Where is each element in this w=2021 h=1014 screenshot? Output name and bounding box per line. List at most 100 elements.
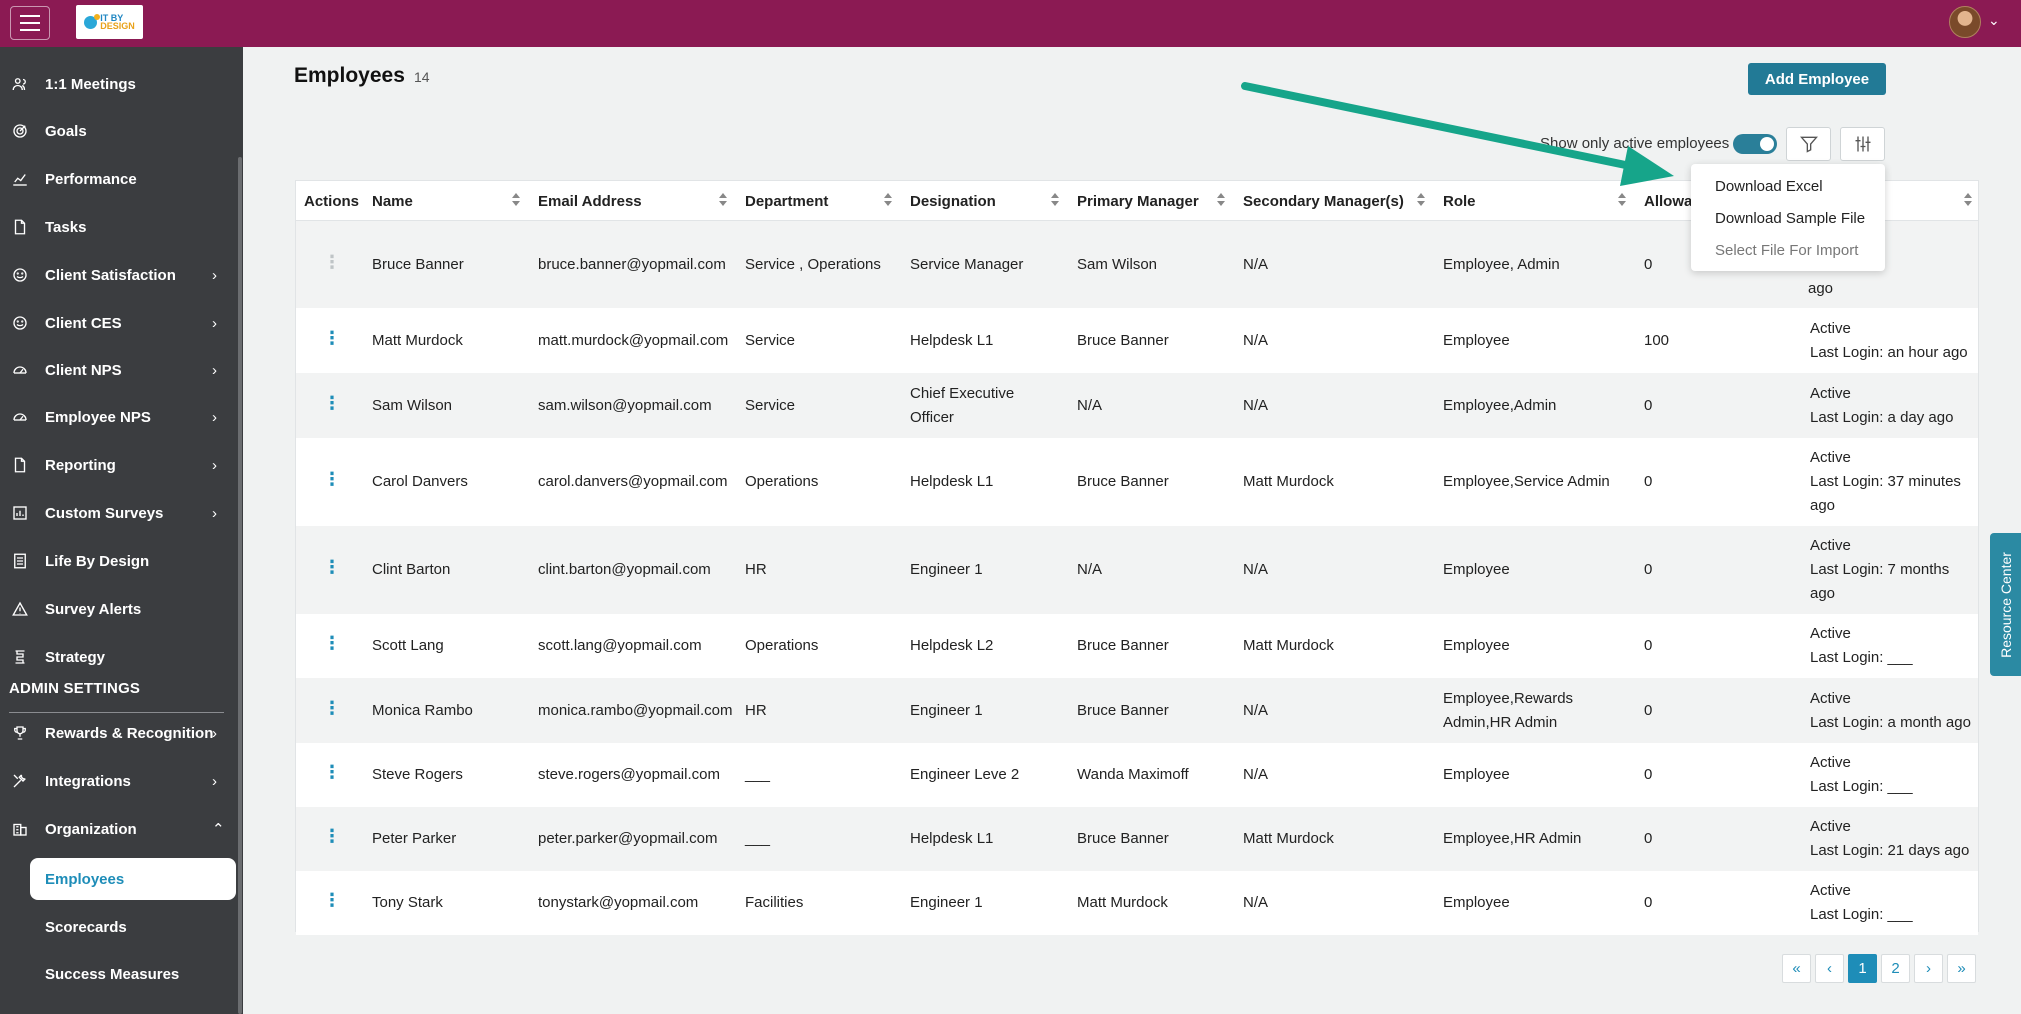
row-actions-icon[interactable]: ⋮: [323, 394, 341, 412]
sidebar-item-client-ces[interactable]: Client CES ›: [0, 303, 236, 343]
sidebar-item-reporting[interactable]: Reporting ›: [0, 445, 236, 485]
column-header-designation[interactable]: Designation: [910, 181, 996, 221]
download-sample-file-item[interactable]: Download Sample File: [1715, 210, 1865, 227]
sidebar-item-goals[interactable]: Goals: [0, 111, 236, 151]
sidebar-item-integrations[interactable]: Integrations ›: [0, 761, 236, 801]
sort-icon[interactable]: [1618, 193, 1626, 207]
sidebar-item-survey-alerts[interactable]: Survey Alerts: [0, 589, 236, 629]
sidebar-item-organization[interactable]: Organization ⌃: [0, 809, 236, 849]
user-avatar[interactable]: [1949, 6, 1981, 38]
sidebar-item-tasks[interactable]: Tasks: [0, 207, 236, 247]
table-row[interactable]: ⋮ Peter Parker peter.parker@yopmail.com ___…: [296, 807, 1978, 871]
sidebar-item-label: Custom Surveys: [45, 504, 164, 522]
row-actions-icon[interactable]: ⋮: [323, 634, 341, 652]
select-file-import-item[interactable]: Select File For Import: [1715, 242, 1858, 259]
sort-icon[interactable]: [884, 193, 892, 207]
chevron-right-icon: ›: [212, 361, 217, 379]
active-employees-label: Show only active employees: [1540, 135, 1730, 152]
status-line: Last Login: an hour ago: [1810, 344, 1968, 361]
column-header-secondary-manager-s[interactable]: Secondary Manager(s): [1243, 181, 1404, 221]
sidebar-item-custom-surveys[interactable]: Custom Surveys ›: [0, 493, 236, 533]
sidebar-item-label: Performance: [45, 170, 137, 188]
cell-secondary-manager: N/A: [1243, 332, 1269, 349]
sidebar-subitem-employees[interactable]: Employees: [30, 858, 236, 900]
sidebar-item-client-satisfaction[interactable]: Client Satisfaction ›: [0, 255, 236, 295]
column-header-primary-manager[interactable]: Primary Manager: [1077, 181, 1199, 221]
hamburger-menu-icon[interactable]: [10, 6, 50, 40]
sort-icon[interactable]: [1217, 193, 1225, 207]
cell-role: Employee,HR Admin: [1443, 830, 1582, 847]
filter-button[interactable]: [1786, 127, 1831, 161]
row-actions-icon[interactable]: ⋮: [323, 827, 341, 845]
column-settings-button[interactable]: [1840, 127, 1885, 161]
sort-icon[interactable]: [1051, 193, 1059, 207]
first-page-button[interactable]: «: [1782, 954, 1811, 983]
row-actions-icon[interactable]: ⋮: [323, 470, 341, 488]
table-row[interactable]: ⋮ Tony Stark tonystark@yopmail.com Faciliti…: [296, 871, 1978, 935]
page-2-button[interactable]: 2: [1881, 954, 1910, 983]
active-employees-toggle[interactable]: [1733, 134, 1777, 154]
status-line: Active: [1810, 320, 1851, 337]
sidebar-item-label: Strategy: [45, 648, 106, 666]
table-row[interactable]: ⋮ Sam Wilson sam.wilson@yopmail.com Service…: [296, 373, 1978, 438]
cell-name: Sam Wilson: [372, 397, 453, 414]
last-page-button[interactable]: »: [1947, 954, 1976, 983]
status-line: ago: [1808, 280, 1834, 297]
cell-primary-manager: Bruce Banner: [1077, 702, 1169, 719]
sort-icon[interactable]: [512, 193, 520, 207]
prev-page-button[interactable]: ‹: [1815, 954, 1844, 983]
cell-primary-manager: Bruce Banner: [1077, 830, 1169, 847]
table-row[interactable]: ⋮ Monica Rambo monica.rambo@yopmail.com HR E…: [296, 678, 1978, 743]
sidebar-item-life-by-design[interactable]: Life By Design: [0, 541, 236, 581]
sidebar-subitem-success-measures[interactable]: Success Measures: [30, 953, 236, 995]
cell-designation: Engineer 1: [910, 894, 983, 911]
sidebar: 1:1 Meetings Goals Performance Tasks Client …: [0, 47, 243, 1014]
row-actions-icon[interactable]: ⋮: [323, 763, 341, 781]
column-header-email-address[interactable]: Email Address: [538, 181, 642, 221]
sort-icon[interactable]: [1417, 193, 1425, 207]
sidebar-item-client-nps[interactable]: Client NPS ›: [0, 350, 236, 390]
page-1-button[interactable]: 1: [1848, 954, 1877, 983]
table-row[interactable]: ⋮ Matt Murdock matt.murdock@yopmail.com Ser…: [296, 308, 1978, 373]
sidebar-item-1-1-meetings[interactable]: 1:1 Meetings: [0, 64, 236, 104]
sidebar-scrollbar[interactable]: [238, 157, 242, 1014]
table-row[interactable]: ⋮ Carol Danvers carol.danvers@yopmail.com O…: [296, 438, 1978, 526]
resource-center-tab[interactable]: Resource Center: [1990, 533, 2021, 676]
cell-status: Active Last Login: a day ago: [1810, 382, 1953, 430]
table-row[interactable]: ⋮ Steve Rogers steve.rogers@yopmail.com ___…: [296, 743, 1978, 807]
download-excel-item[interactable]: Download Excel: [1715, 178, 1823, 195]
next-page-button[interactable]: ›: [1914, 954, 1943, 983]
row-actions-icon[interactable]: ⋮: [323, 253, 341, 271]
cell-name: Tony Stark: [372, 894, 443, 911]
sidebar-item-rewards-recognition[interactable]: Rewards & Recognition ›: [0, 713, 236, 753]
cell-designation: Service Manager: [910, 256, 1024, 273]
add-employee-button[interactable]: Add Employee: [1748, 63, 1886, 95]
cell-designation: Engineer 1: [910, 702, 983, 719]
cell-designation: Helpdesk L1: [910, 830, 994, 847]
sort-icon[interactable]: [1964, 193, 1972, 207]
column-header-name[interactable]: Name: [372, 181, 413, 221]
row-actions-icon[interactable]: ⋮: [323, 329, 341, 347]
company-logo[interactable]: IT BY DESIGN: [76, 5, 143, 39]
chevron-down-icon[interactable]: ⌄: [1988, 12, 2000, 29]
sidebar-item-strategy[interactable]: Strategy: [0, 637, 236, 677]
status-line: Active: [1810, 882, 1851, 899]
row-actions-icon[interactable]: ⋮: [323, 891, 341, 909]
column-header-department[interactable]: Department: [745, 181, 828, 221]
table-row[interactable]: ⋮ Clint Barton clint.barton@yopmail.com HR E…: [296, 526, 1978, 614]
status-line: Last Login: ___: [1810, 906, 1913, 923]
row-actions-icon[interactable]: ⋮: [323, 558, 341, 576]
cell-department: Operations: [745, 637, 819, 654]
sidebar-item-performance[interactable]: Performance: [0, 159, 236, 199]
chevron-right-icon: ›: [212, 772, 217, 790]
column-header-role[interactable]: Role: [1443, 181, 1476, 221]
row-actions-icon[interactable]: ⋮: [323, 699, 341, 717]
cell-status: Active Last Login: 7 months ago: [1810, 534, 1949, 606]
table-row[interactable]: ⋮ Scott Lang scott.lang@yopmail.com Operati…: [296, 614, 1978, 678]
sidebar-item-employee-nps[interactable]: Employee NPS ›: [0, 397, 236, 437]
sort-icon[interactable]: [719, 193, 727, 207]
sidebar-subitem-scorecards[interactable]: Scorecards: [30, 906, 236, 948]
column-header-allowa[interactable]: Allowa: [1644, 181, 1692, 221]
cell-designation-line: Chief Executive: [910, 385, 1015, 402]
cell-status: Active Last Login: 37 minutes ago: [1810, 446, 1961, 518]
